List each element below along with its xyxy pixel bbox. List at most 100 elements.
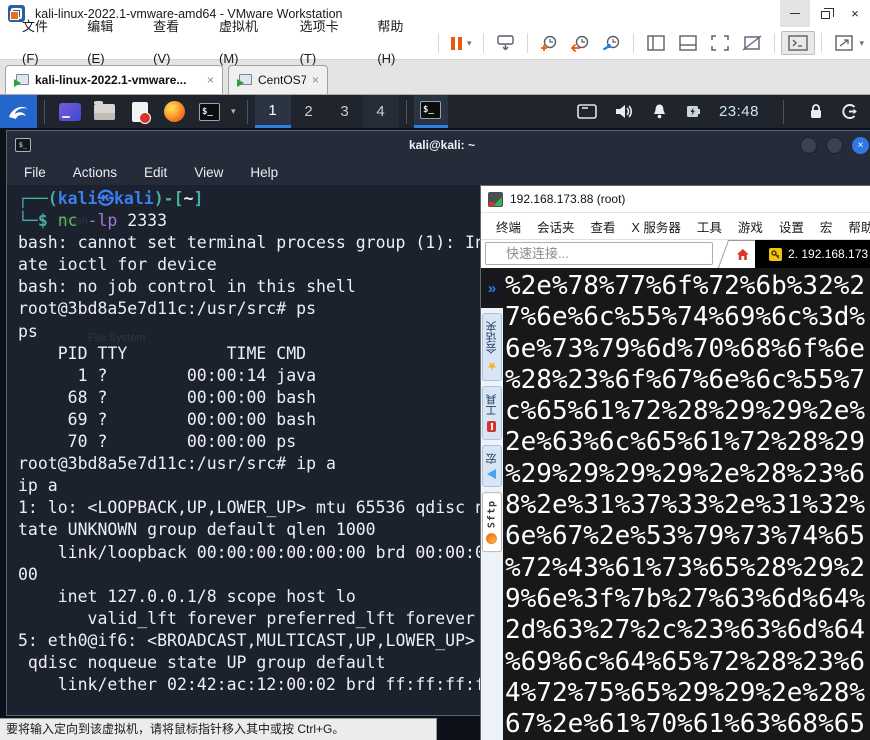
terminal-menu-item[interactable]: Actions [73, 165, 117, 180]
moba-window-title: 192.168.173.88 (root) [510, 192, 625, 206]
moba-menu-item[interactable]: 游戏 [730, 217, 771, 236]
chevron-down-icon: ▾ [467, 38, 472, 49]
show-console-panel-button[interactable] [672, 32, 704, 54]
mobaxterm-window: 192.168.173.88 (root) 终端会话夹查看X 服务器工具游戏设置… [480, 185, 870, 740]
maximize-button[interactable] [826, 137, 843, 154]
fullscreen-button[interactable]: ▾ [828, 32, 870, 54]
divider [247, 100, 248, 124]
send-ctrl-alt-del-button[interactable] [490, 32, 521, 54]
system-tray: 23:48 [577, 100, 870, 124]
workspace-4[interactable]: 4 [363, 95, 399, 128]
display-icon[interactable] [577, 103, 597, 120]
divider [774, 33, 775, 53]
terminal-menu-item[interactable]: View [194, 165, 223, 180]
mobaxterm-icon [488, 192, 503, 207]
terminal-menu-item[interactable]: Edit [144, 165, 167, 180]
ssh-terminal-line: %2e%78%77%6f%72%6b%32%2 [505, 271, 870, 302]
launcher-chevron-icon[interactable]: ▾ [231, 106, 236, 117]
sidebar-expand-button[interactable]: » [481, 268, 503, 308]
vm-screen: $_ ▾ 1 2 3 4 $_ 23:48 Trash File System … [0, 95, 870, 740]
terminal-menu-item[interactable]: Help [250, 165, 278, 180]
workspace-1[interactable]: 1 [255, 95, 291, 128]
clock[interactable]: 23:48 [719, 103, 759, 120]
volume-icon[interactable] [614, 103, 634, 120]
battery-icon[interactable] [685, 104, 702, 119]
sidebar-tab-tools[interactable]: 工具 [482, 386, 502, 440]
document-icon [132, 102, 148, 122]
terminal-launcher[interactable]: $_ [197, 99, 222, 124]
taskbar-terminal-window[interactable]: $_ [414, 95, 448, 128]
close-button[interactable]: × [852, 137, 869, 154]
tab-centos-vm[interactable]: CentOS7 × [228, 65, 328, 94]
divider [633, 33, 634, 53]
vm-tabstrip: kali-linux-2022.1-vmware... × CentOS7 × [0, 60, 870, 95]
take-snapshot-button[interactable] [534, 32, 565, 55]
moba-menu-item[interactable]: 查看 [583, 217, 624, 236]
moba-menu-item[interactable]: 终端 [488, 217, 529, 236]
console-view-button[interactable] [781, 31, 815, 55]
terminal-titlebar[interactable]: $_ kali@kali: ~ × [7, 131, 870, 159]
text-editor-launcher[interactable] [127, 99, 152, 124]
divider [783, 100, 784, 124]
terminal-icon: $_ [420, 101, 441, 119]
restore-button[interactable] [810, 0, 840, 27]
moba-titlebar[interactable]: 192.168.173.88 (root) [481, 186, 870, 212]
pause-vm-button[interactable]: ▾ [445, 34, 478, 53]
terminal-window-controls: × [800, 137, 869, 154]
close-tab-icon[interactable]: × [207, 73, 214, 87]
globe-icon [487, 533, 498, 544]
pause-icon [451, 37, 462, 50]
moba-menu-item[interactable]: 会话夹 [529, 217, 583, 236]
terminal-menubar: File Actions Edit View Help [7, 159, 870, 185]
close-tab-icon[interactable]: × [312, 73, 319, 87]
snapshot-manage-icon [602, 35, 621, 52]
window-icon [59, 103, 81, 121]
menu-item[interactable]: 帮助(H) [365, 11, 432, 75]
close-button[interactable]: × [840, 0, 870, 27]
session-tab[interactable]: 2. 192.168.173 [788, 247, 868, 261]
workspace-3[interactable]: 3 [327, 95, 363, 128]
logout-icon[interactable] [841, 103, 858, 120]
quick-connect-input[interactable] [485, 242, 713, 265]
moba-menu-item[interactable]: 工具 [689, 217, 730, 236]
workspace-2[interactable]: 2 [291, 95, 327, 128]
firefox-launcher[interactable] [162, 99, 187, 124]
ssh-terminal-output[interactable]: %2e%78%77%6f%72%6b%32%27%6e%6c%55%74%69%… [503, 268, 870, 740]
ssh-terminal-line: c%65%61%72%28%29%29%2e% [505, 396, 870, 427]
ssh-terminal-line: 8%2e%31%37%33%2e%31%32% [505, 490, 870, 521]
lock-screen-icon[interactable] [808, 103, 824, 120]
moba-menubar: 终端会话夹查看X 服务器工具游戏设置宏帮助 [481, 212, 870, 239]
minimize-button[interactable] [780, 0, 810, 27]
home-icon [736, 248, 750, 261]
moba-menu-item[interactable]: 帮助 [840, 217, 870, 236]
show-library-button[interactable] [640, 32, 672, 54]
kali-menu-button[interactable] [0, 95, 37, 128]
ssh-terminal-line: 6e%73%79%6d%70%68%6f%6e [505, 334, 870, 365]
manage-snapshots-button[interactable] [596, 32, 627, 55]
divider [527, 33, 528, 53]
sidebar-tab-sessions[interactable]: ★会话夹 [482, 313, 502, 381]
moba-menu-item[interactable]: X 服务器 [624, 217, 689, 236]
window-controls: × [780, 0, 870, 27]
notifications-bell-icon[interactable] [651, 103, 668, 120]
file-manager-launcher[interactable] [92, 99, 117, 124]
paper-plane-icon [488, 469, 497, 479]
ssh-terminal-line: 6e%67%2e%53%79%73%74%65 [505, 521, 870, 552]
moba-menu-item[interactable]: 设置 [771, 217, 812, 236]
moba-body: » ★会话夹 工具 宏 Sftp %2e%78%77%6f%72%6b%32%2… [481, 268, 870, 740]
minimize-button[interactable] [800, 137, 817, 154]
appearance-launcher[interactable] [57, 99, 82, 124]
terminal-menu-item[interactable]: File [24, 165, 46, 180]
sidebar-tab-sftp[interactable]: Sftp [482, 492, 502, 552]
terminal-icon: $_ [199, 103, 220, 121]
sidebar-tab-macros[interactable]: 宏 [482, 445, 502, 487]
moba-menu-item[interactable]: 宏 [812, 217, 841, 236]
revert-snapshot-button[interactable] [565, 32, 596, 55]
unity-mode-button[interactable] [736, 32, 768, 54]
vmware-toolbar: ▾ [445, 31, 870, 55]
fit-guest-button[interactable] [704, 32, 736, 54]
terminal-title: kali@kali: ~ [7, 138, 870, 152]
chevron-down-icon: ▾ [859, 38, 864, 49]
tab-kali-vm[interactable]: kali-linux-2022.1-vmware... × [5, 65, 223, 94]
ssh-terminal-line: 2e%63%6c%65%61%72%28%29 [505, 427, 870, 458]
